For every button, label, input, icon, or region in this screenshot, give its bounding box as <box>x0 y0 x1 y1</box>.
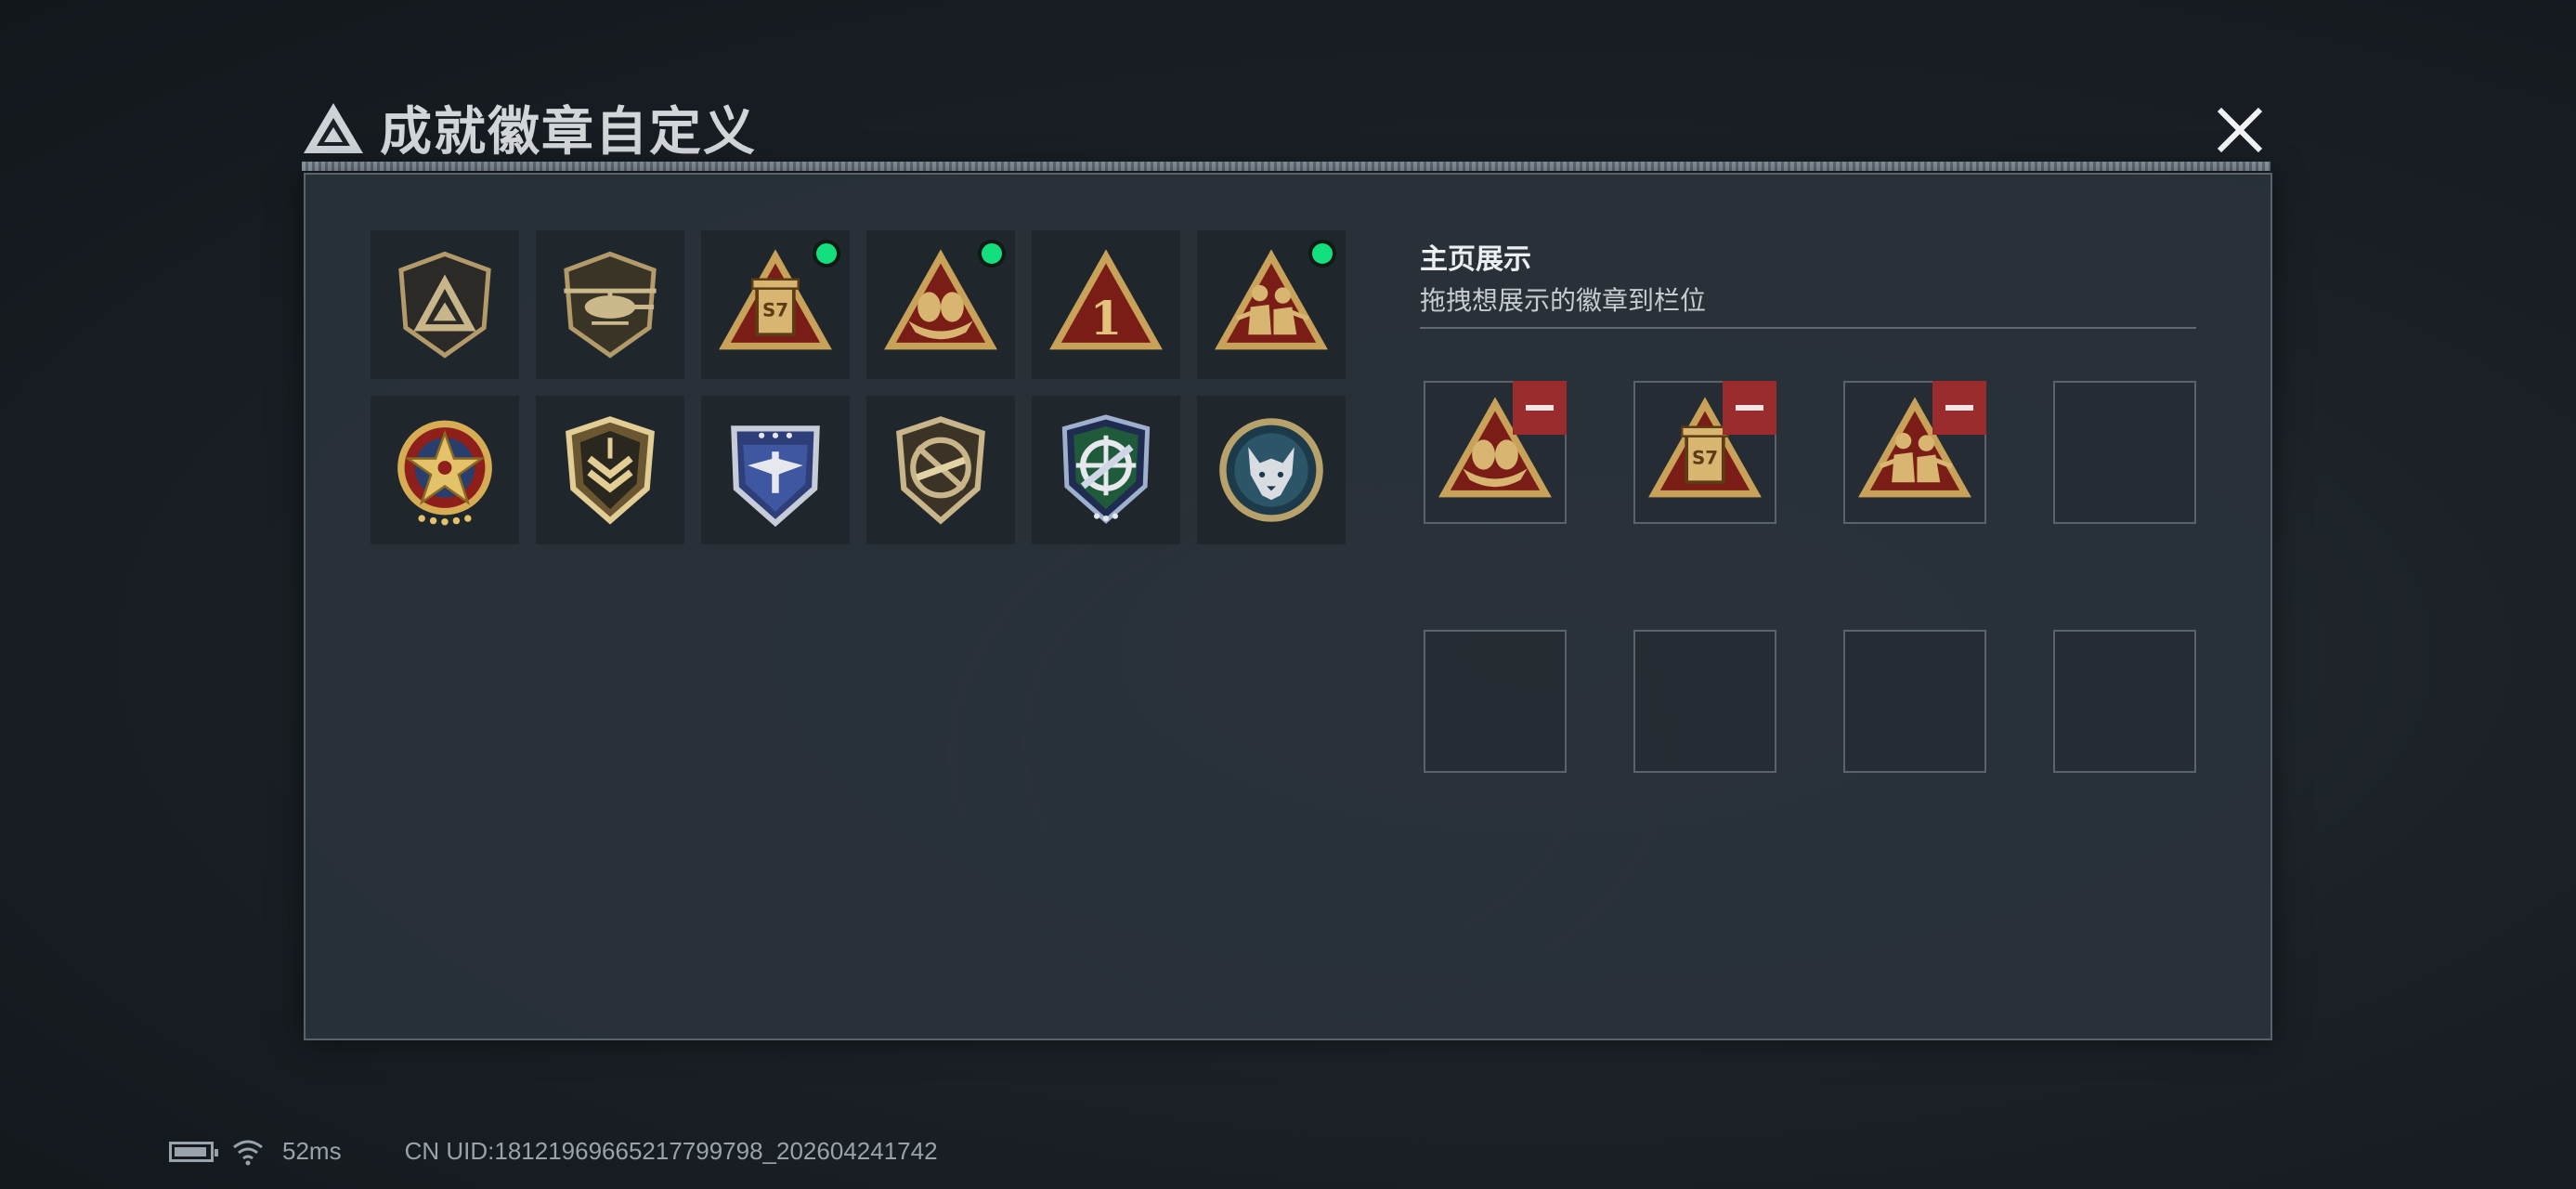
showcase-slot[interactable]: S7 <box>1633 381 1776 524</box>
battery-icon <box>169 1141 218 1162</box>
showcase-slot[interactable] <box>1843 381 1986 524</box>
wifi-icon <box>233 1140 263 1165</box>
equipped-indicator-dot <box>978 240 1006 268</box>
winged-blue-shield-badge-icon <box>731 425 820 528</box>
showcase-slot-empty[interactable] <box>2053 630 2196 773</box>
wolf-round-badge-icon <box>1219 418 1323 522</box>
uid-readout: CN UID:18121969665217799798_202604241742 <box>404 1137 938 1165</box>
equipped-indicator-dot <box>1308 240 1336 268</box>
number-one-triangle-badge-icon: 1 <box>1049 249 1163 350</box>
badge-grid: S7 1 <box>371 230 1346 544</box>
showcase-slot-empty[interactable] <box>1424 630 1567 773</box>
remove-badge-button[interactable] <box>1513 381 1567 435</box>
remove-badge-button[interactable] <box>1932 381 1986 435</box>
badge-cell[interactable] <box>536 396 684 544</box>
badge-cell[interactable] <box>1032 396 1180 544</box>
svg-text:S7: S7 <box>762 299 788 320</box>
triangle-shield-badge-icon <box>398 251 491 359</box>
showcase-slot[interactable] <box>1424 381 1567 524</box>
page-title: 成就徽章自定义 <box>380 102 757 161</box>
crosshair-green-shield-badge-icon <box>1061 414 1151 524</box>
eggs-nest-triangle-badge-icon <box>884 249 997 350</box>
minus-icon <box>1526 405 1554 411</box>
showcase-slot-empty[interactable] <box>2053 381 2196 524</box>
badge-cell[interactable]: S7 <box>701 230 850 379</box>
minus-icon <box>1736 405 1763 411</box>
s7-crate-triangle-badge-icon: S7 <box>719 249 832 350</box>
badge-cell[interactable] <box>371 396 519 544</box>
showcase-subtitle: 拖拽想展示的徽章到栏位 <box>1420 286 1707 315</box>
badge-cell[interactable] <box>701 396 850 544</box>
badge-cell[interactable] <box>866 230 1015 379</box>
badge-cell[interactable]: 1 <box>1032 230 1180 379</box>
showcase-slot-empty[interactable] <box>1633 630 1776 773</box>
helicopter-shield-badge-icon <box>564 251 657 359</box>
rifle-crossed-shield-badge-icon <box>896 416 985 525</box>
svg-text:1: 1 <box>1090 291 1123 346</box>
minus-icon <box>1945 405 1973 411</box>
badge-cell[interactable] <box>1197 230 1346 379</box>
title-divider-strip <box>302 162 2270 171</box>
badge-cell[interactable] <box>1197 396 1346 544</box>
title-bar: 成就徽章自定义 <box>302 88 757 167</box>
badge-cell[interactable] <box>536 230 684 379</box>
showcase-slot-empty[interactable] <box>1843 630 1986 773</box>
equipped-indicator-dot <box>813 240 840 268</box>
close-icon <box>2217 107 2263 153</box>
svg-text:S7: S7 <box>1692 447 1718 468</box>
showcase-slots: S7 <box>1424 381 2196 773</box>
showcase-divider <box>1420 327 2196 329</box>
showcase-title: 主页展示 <box>1420 244 1531 275</box>
remove-badge-button[interactable] <box>1723 381 1776 435</box>
soldiers-triangle-badge-icon <box>1215 249 1328 350</box>
badge-cell[interactable] <box>866 396 1015 544</box>
triangle-logo-icon <box>304 102 363 153</box>
badge-cell[interactable] <box>371 230 519 379</box>
rank-chevron-shield-badge-icon <box>566 416 655 525</box>
star-wreath-badge-icon <box>397 420 492 526</box>
badge-customization-panel: S7 1 主页展示 拖拽想展示的徽章到栏位 S7 <box>304 173 2272 1040</box>
close-button[interactable] <box>2203 93 2277 167</box>
ping-readout: 52ms <box>282 1137 342 1165</box>
status-bar: 52ms CN UID:18121969665217799798_2026042… <box>169 1137 938 1166</box>
